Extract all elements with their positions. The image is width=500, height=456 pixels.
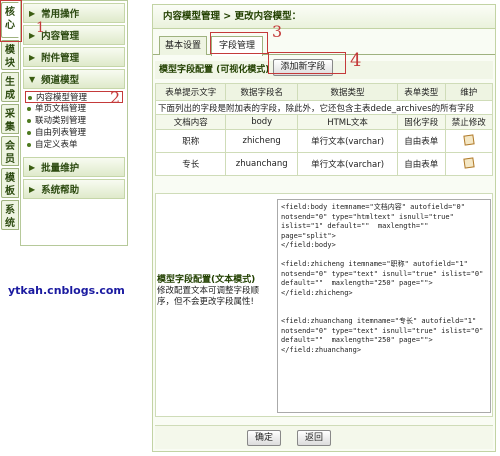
sidebar-item-custom-form[interactable]: 自定义表单	[25, 139, 127, 151]
back-button[interactable]: 返回	[297, 430, 331, 446]
cell: 固化字段	[397, 114, 446, 130]
cell: 自由表单	[397, 152, 446, 176]
cell: 禁止修改	[444, 114, 493, 130]
cell: 职称	[154, 129, 227, 153]
column-header: 表单提示文字	[154, 83, 227, 101]
category-label: 附件管理	[41, 53, 80, 64]
category-label: 内容管理	[41, 31, 80, 42]
chevron-right-icon: ▶	[29, 184, 36, 194]
vtab-system[interactable]: 系统	[1, 200, 19, 230]
field-table: 表单提示文字 数据字段名 数据类型 表单类型 维护 下面列出的字段是附加表的字段…	[154, 83, 493, 176]
text-mode-description: 修改配置文本可调整字段顺序，但不会更改字段属性!	[157, 286, 260, 307]
vtab-template[interactable]: 模板	[1, 168, 19, 198]
category-label: 常用操作	[41, 9, 80, 20]
table-note: 下面列出的字段是附加表的字段，除此外，它还包含主表dede_archives的所…	[155, 100, 493, 115]
table-row: 文档内容 body HTML文本 固化字段 禁止修改	[154, 114, 493, 130]
vtab-generate[interactable]: 生成	[1, 72, 19, 102]
text-mode-title: 模型字段配置(文本模式)	[157, 275, 256, 285]
cell: 单行文本(varchar)	[296, 152, 399, 176]
edit-cell	[444, 152, 493, 176]
cell: zhuanchang	[225, 152, 298, 176]
annotation-number: 1	[36, 20, 45, 36]
vtab-module[interactable]: 模块	[1, 40, 19, 70]
chevron-down-icon: ▼	[29, 74, 36, 84]
chevron-right-icon: ▶	[29, 30, 36, 40]
breadcrumb: 内容模型管理 > 更改内容模型：	[153, 5, 495, 29]
cell: 文档内容	[154, 114, 227, 130]
category-label: 批量维护	[41, 163, 80, 174]
annotation-number: 4	[350, 50, 362, 71]
cell: body	[225, 114, 298, 130]
tab-basic-settings[interactable]: 基本设置	[159, 36, 207, 55]
cell: 专长	[154, 152, 227, 176]
sidebar-category-channel-model[interactable]: ▼ 频道模型	[23, 69, 125, 89]
watermark: ytkah.cnblogs.com	[8, 284, 125, 297]
annotation-number: 3	[272, 22, 283, 41]
table-row: 职称 zhicheng 单行文本(varchar) 自由表单	[154, 129, 493, 153]
annotation-box-add-field	[268, 52, 346, 74]
edit-cell	[444, 129, 493, 153]
sidebar-category-attachments[interactable]: ▶ 附件管理	[23, 47, 125, 67]
sidebar-item-content-model[interactable]: 内容模型管理	[25, 91, 123, 103]
cell: zhicheng	[225, 129, 298, 153]
vtab-collect[interactable]: 采集	[1, 104, 19, 134]
category-label: 频道模型	[41, 75, 80, 86]
annotation-box-core	[0, 0, 22, 42]
field-config-textarea[interactable]: <field:body itemname="文档内容" autofield="0…	[277, 199, 491, 413]
column-header: 数据类型	[296, 83, 399, 101]
vtab-member[interactable]: 会员	[1, 136, 19, 166]
sidebar-category-help[interactable]: ▶ 系统帮助	[23, 179, 125, 199]
table-note-row: 下面列出的字段是附加表的字段，除此外，它还包含主表dede_archives的所…	[155, 100, 493, 115]
category-label: 系统帮助	[41, 185, 80, 196]
edit-icon[interactable]	[463, 133, 475, 146]
column-header: 数据字段名	[225, 83, 298, 101]
sidebar: ▶ 常用操作 ▶ 内容管理 ▶ 附件管理 ▼ 频道模型 内容模型管理 单页文档管理 联动…	[20, 0, 128, 246]
table-header-row: 表单提示文字 数据字段名 数据类型 表单类型 维护	[154, 83, 493, 101]
edit-icon[interactable]	[463, 156, 475, 169]
cell: HTML文本	[296, 114, 399, 130]
chevron-right-icon: ▶	[29, 52, 36, 62]
vertical-tab-bar: 核心 模块 生成 采集 会员 模板 系统	[0, 0, 20, 456]
annotation-number: 2	[110, 88, 121, 107]
cell: 单行文本(varchar)	[296, 129, 399, 153]
sidebar-item-linkage[interactable]: 联动类别管理	[25, 115, 127, 127]
text-mode-label: 模型字段配置(文本模式) 修改配置文本可调整字段顺序，但不会更改字段属性!	[157, 275, 275, 308]
confirm-button[interactable]: 确定	[247, 430, 281, 446]
chevron-right-icon: ▶	[29, 162, 36, 172]
cell: 自由表单	[397, 129, 446, 153]
annotation-box-field-tab	[210, 32, 268, 54]
sidebar-category-batch[interactable]: ▶ 批量维护	[23, 157, 125, 177]
table-row: 专长 zhuanchang 单行文本(varchar) 自由表单	[154, 152, 493, 176]
sidebar-item-free-list[interactable]: 自由列表管理	[25, 127, 127, 139]
column-header: 表单类型	[397, 83, 446, 101]
form-footer: 确定 返回	[155, 425, 493, 449]
chevron-right-icon: ▶	[29, 8, 36, 18]
column-header: 维护	[444, 83, 493, 101]
